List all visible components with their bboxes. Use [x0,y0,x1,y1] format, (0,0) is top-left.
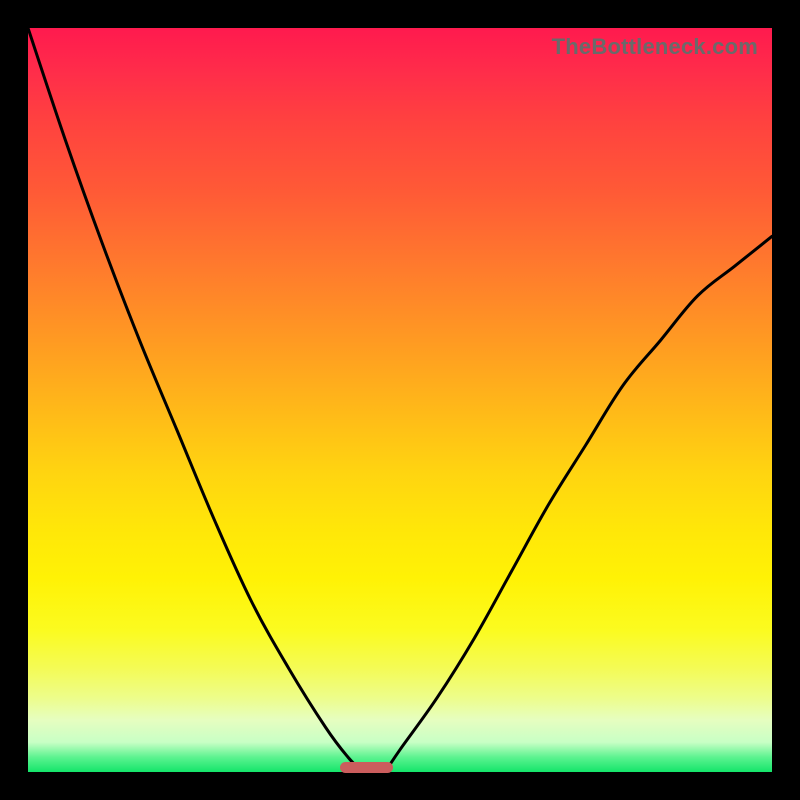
curve-layer [28,28,772,772]
minimum-marker [340,762,392,773]
plot-area: TheBottleneck.com [28,28,772,772]
curve-left [28,28,363,772]
chart-frame: TheBottleneck.com [0,0,800,800]
curve-right [385,236,772,772]
